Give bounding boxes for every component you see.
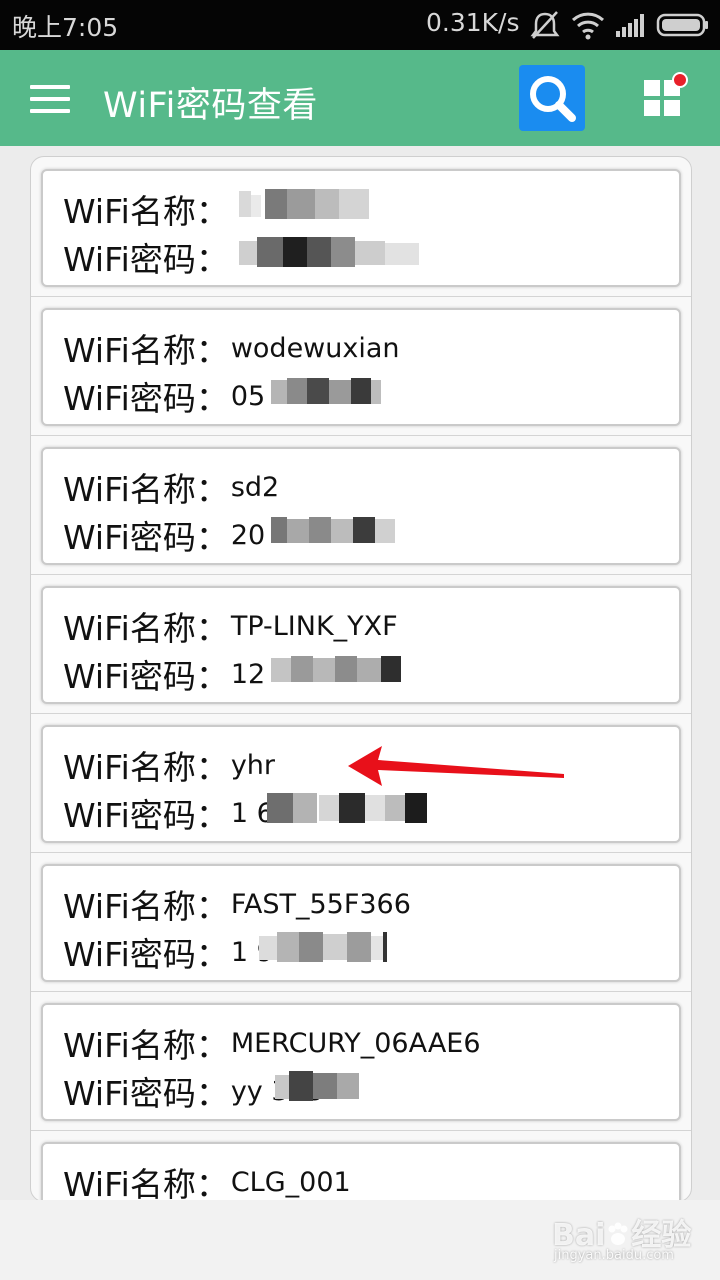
wifi-password-label: WiFi密码： [63,796,229,835]
wifi-name-label: WiFi名称： [63,748,229,787]
app-bar: WiFi密码查看 [0,50,720,146]
battery-icon [656,13,708,37]
wifi-password-value: 20 [230,519,266,551]
wifi-name-label: WiFi名称： [63,1026,229,1065]
redaction-mask [267,793,427,823]
redaction-mask [271,656,401,682]
silent-icon [530,11,560,39]
list-item[interactable]: WiFi名称：CLG_001 [31,1130,691,1202]
wifi-card[interactable]: WiFi名称：CLG_001 [41,1142,681,1202]
paw-icon [608,1222,628,1245]
search-button[interactable] [519,65,585,131]
wifi-icon [571,12,605,40]
wifi-password-label: WiFi密码： [63,240,229,279]
wifi-name-value: FAST_55F366 [230,888,411,920]
wifi-name-value: sd2 [230,471,280,503]
wifi-name-label: WiFi名称： [63,887,229,926]
wifi-password-label: WiFi密码： [63,379,229,418]
list-item[interactable]: WiFi名称：sd2 WiFi密码：20 [31,435,691,575]
wifi-card[interactable]: WiFi名称：TP-LINK_YXF WiFi密码：12 [41,586,681,704]
network-speed: 0.31K/s [426,8,520,37]
list-item[interactable]: WiFi名称：MERCURY_06AAE6 WiFi密码：yy 388 [31,991,691,1131]
redaction-mask [239,189,369,219]
list-item[interactable]: WiFi名称：TP-LINK_YXF WiFi密码：12 [31,574,691,714]
list-item[interactable]: WiFi名称： WiFi密码： [31,157,691,297]
watermark-logo: Bai 经验 jingyan.baidu.com [548,1210,708,1270]
wifi-name-label: WiFi名称： [63,1165,229,1202]
wifi-password-label: WiFi密码： [63,1074,229,1113]
wifi-name-label: WiFi名称： [63,331,229,370]
annotation-arrow-icon [348,746,564,786]
wifi-card[interactable]: WiFi名称： WiFi密码： [41,169,681,287]
watermark-url: jingyan.baidu.com [554,1248,674,1263]
wifi-name-label: WiFi名称： [63,192,229,231]
wifi-password-label: WiFi密码： [63,518,229,557]
wifi-card[interactable]: WiFi名称：FAST_55F366 WiFi密码：1 90 [41,864,681,982]
signal-icon [616,14,644,37]
redaction-mask [239,237,419,267]
status-bar: 晚上7:05 0.31K/s [0,0,720,50]
wifi-name-value: MERCURY_06AAE6 [230,1027,481,1059]
wifi-password-label: WiFi密码： [63,935,229,974]
wifi-password-value: 12 [230,658,266,690]
wifi-name-value: CLG_001 [230,1166,351,1198]
list-item[interactable]: WiFi名称：FAST_55F366 WiFi密码：1 90 [31,852,691,992]
wifi-password-value: 05 [230,380,266,412]
redaction-mask [275,1071,359,1101]
redaction-mask [271,378,381,404]
wifi-card[interactable]: WiFi名称：MERCURY_06AAE6 WiFi密码：yy 388 [41,1003,681,1121]
wifi-name-value: wodewuxian [230,332,400,364]
redaction-mask [271,517,395,543]
redaction-mask [259,932,387,962]
menu-icon[interactable] [30,85,70,113]
wifi-card[interactable]: WiFi名称：wodewuxian WiFi密码：05 [41,308,681,426]
list-item[interactable]: WiFi名称：wodewuxian WiFi密码：05 [31,296,691,436]
wifi-name-value: TP-LINK_YXF [230,610,398,642]
apps-grid-icon[interactable] [640,72,688,120]
wifi-password-label: WiFi密码： [63,657,229,696]
wifi-card[interactable]: WiFi名称：sd2 WiFi密码：20 [41,447,681,565]
wifi-name-label: WiFi名称： [63,609,229,648]
wifi-name-label: WiFi名称： [63,470,229,509]
wifi-list[interactable]: WiFi名称： WiFi密码： WiFi名称：wodewuxian WiFi密码… [30,156,692,1202]
status-time: 晚上7:05 [12,13,119,42]
wifi-name-value: yhr [230,749,276,781]
page-title: WiFi密码查看 [103,86,318,126]
search-icon [530,76,576,122]
